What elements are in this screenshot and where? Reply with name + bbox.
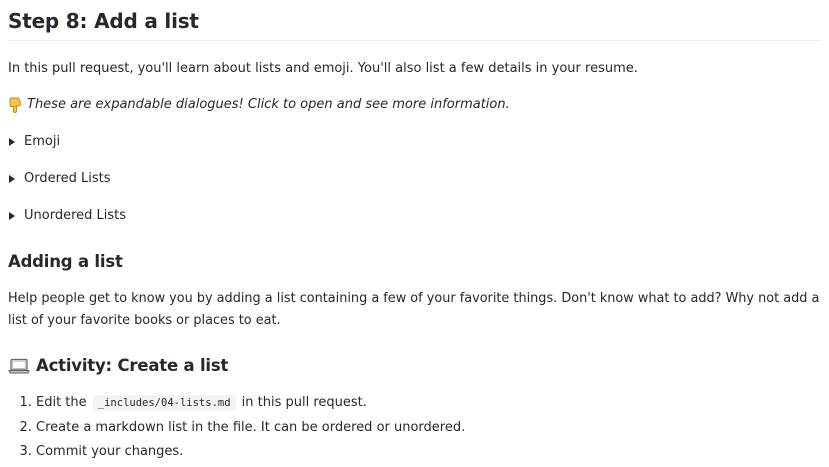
intro-paragraph: In this pull request, you'll learn about… — [8, 61, 638, 76]
laptop-icon — [8, 358, 30, 374]
adding-list-paragraph: Help people get to know you by adding a … — [8, 291, 820, 328]
disclosure-triangle-icon — [9, 175, 15, 183]
list-item: Edit the _includes/04-lists.md in this p… — [36, 391, 465, 416]
hint-paragraph: These are expandable dialogues! Click to… — [8, 94, 510, 115]
details-emoji[interactable]: Emoji — [8, 132, 60, 152]
activity-steps-list: Edit the _includes/04-lists.md in this p… — [8, 391, 465, 465]
file-path-code: _includes/04-lists.md — [92, 395, 236, 411]
activity-heading: Activity: Create a list — [8, 355, 228, 377]
disclosure-triangle-icon — [9, 138, 15, 146]
disclosure-triangle-icon — [9, 212, 15, 220]
details-summary-ordered-lists: Ordered Lists — [24, 171, 111, 186]
adding-list-heading: Adding a list — [8, 252, 123, 271]
page-title: Step 8: Add a list — [8, 9, 199, 33]
list-item: Commit your changes. — [36, 440, 465, 465]
details-summary-emoji: Emoji — [24, 134, 61, 149]
details-unordered-lists[interactable]: Unordered Lists — [8, 206, 126, 226]
step-text: Edit the — [36, 395, 91, 410]
step-text: in this pull request. — [237, 395, 367, 410]
details-summary-unordered-lists: Unordered Lists — [24, 208, 127, 223]
activity-heading-text: Activity: Create a list — [36, 356, 229, 375]
backhand-index-pointing-down-icon — [8, 97, 22, 113]
title-divider — [8, 40, 821, 41]
details-ordered-lists[interactable]: Ordered Lists — [8, 169, 111, 189]
list-item: Create a markdown list in the file. It c… — [36, 416, 465, 441]
hint-text: These are expandable dialogues! Click to… — [27, 97, 510, 112]
